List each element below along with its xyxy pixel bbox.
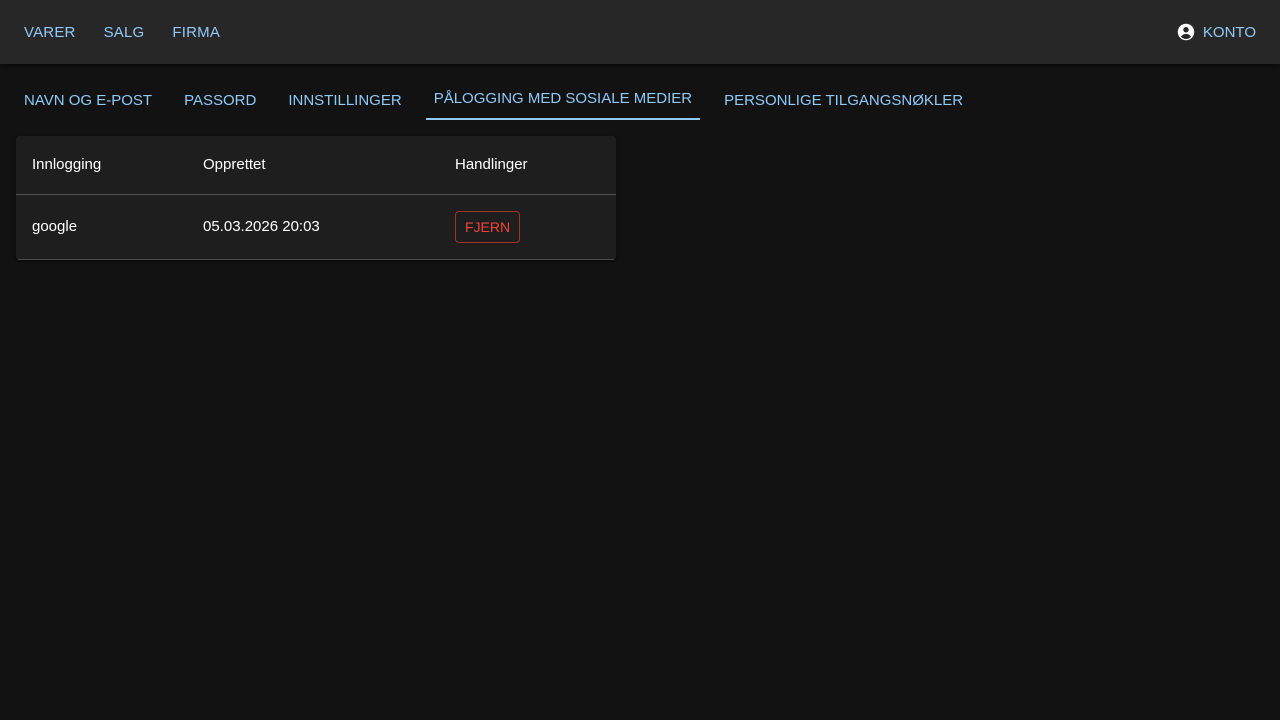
tab-passord[interactable]: PASSORD (176, 76, 264, 120)
cell-created: 05.03.2026 20:03 (187, 194, 439, 260)
tab-innstillinger[interactable]: INNSTILLINGER (280, 76, 409, 120)
remove-button[interactable]: FJERN (455, 210, 521, 243)
tab-navn-og-epost[interactable]: NAVN OG E-POST (16, 76, 160, 120)
column-header-handlinger: Handlinger (439, 136, 616, 195)
nav-firma[interactable]: FIRMA (164, 16, 228, 49)
main-nav: VARER SALG FIRMA (16, 16, 240, 49)
tab-palogging-sosiale-medier[interactable]: PÅLOGGING MED SOSIALE MEDIER (425, 76, 701, 120)
column-header-opprettet: Opprettet (187, 136, 439, 195)
top-app-bar: VARER SALG FIRMA KONTO (0, 0, 1280, 64)
social-logins-card: Innlogging Opprettet Handlinger google 0… (16, 136, 616, 260)
account-button[interactable]: KONTO (1169, 15, 1264, 49)
cell-actions: FJERN (439, 194, 616, 260)
tab-personlige-tilgangsnokler[interactable]: PERSONLIGE TILGANGSNØKLER (716, 76, 971, 120)
nav-salg[interactable]: SALG (96, 16, 153, 49)
table-header-row: Innlogging Opprettet Handlinger (16, 136, 616, 195)
column-header-innlogging: Innlogging (16, 136, 187, 195)
nav-varer[interactable]: VARER (16, 16, 84, 49)
account-tabs: NAVN OG E-POST PASSORD INNSTILLINGER PÅL… (16, 76, 987, 120)
cell-provider: google (16, 194, 187, 260)
table-row: google 05.03.2026 20:03 FJERN (16, 194, 616, 260)
account-circle-icon (1177, 23, 1195, 41)
account-label: KONTO (1202, 23, 1256, 41)
social-logins-table: Innlogging Opprettet Handlinger google 0… (16, 136, 616, 260)
